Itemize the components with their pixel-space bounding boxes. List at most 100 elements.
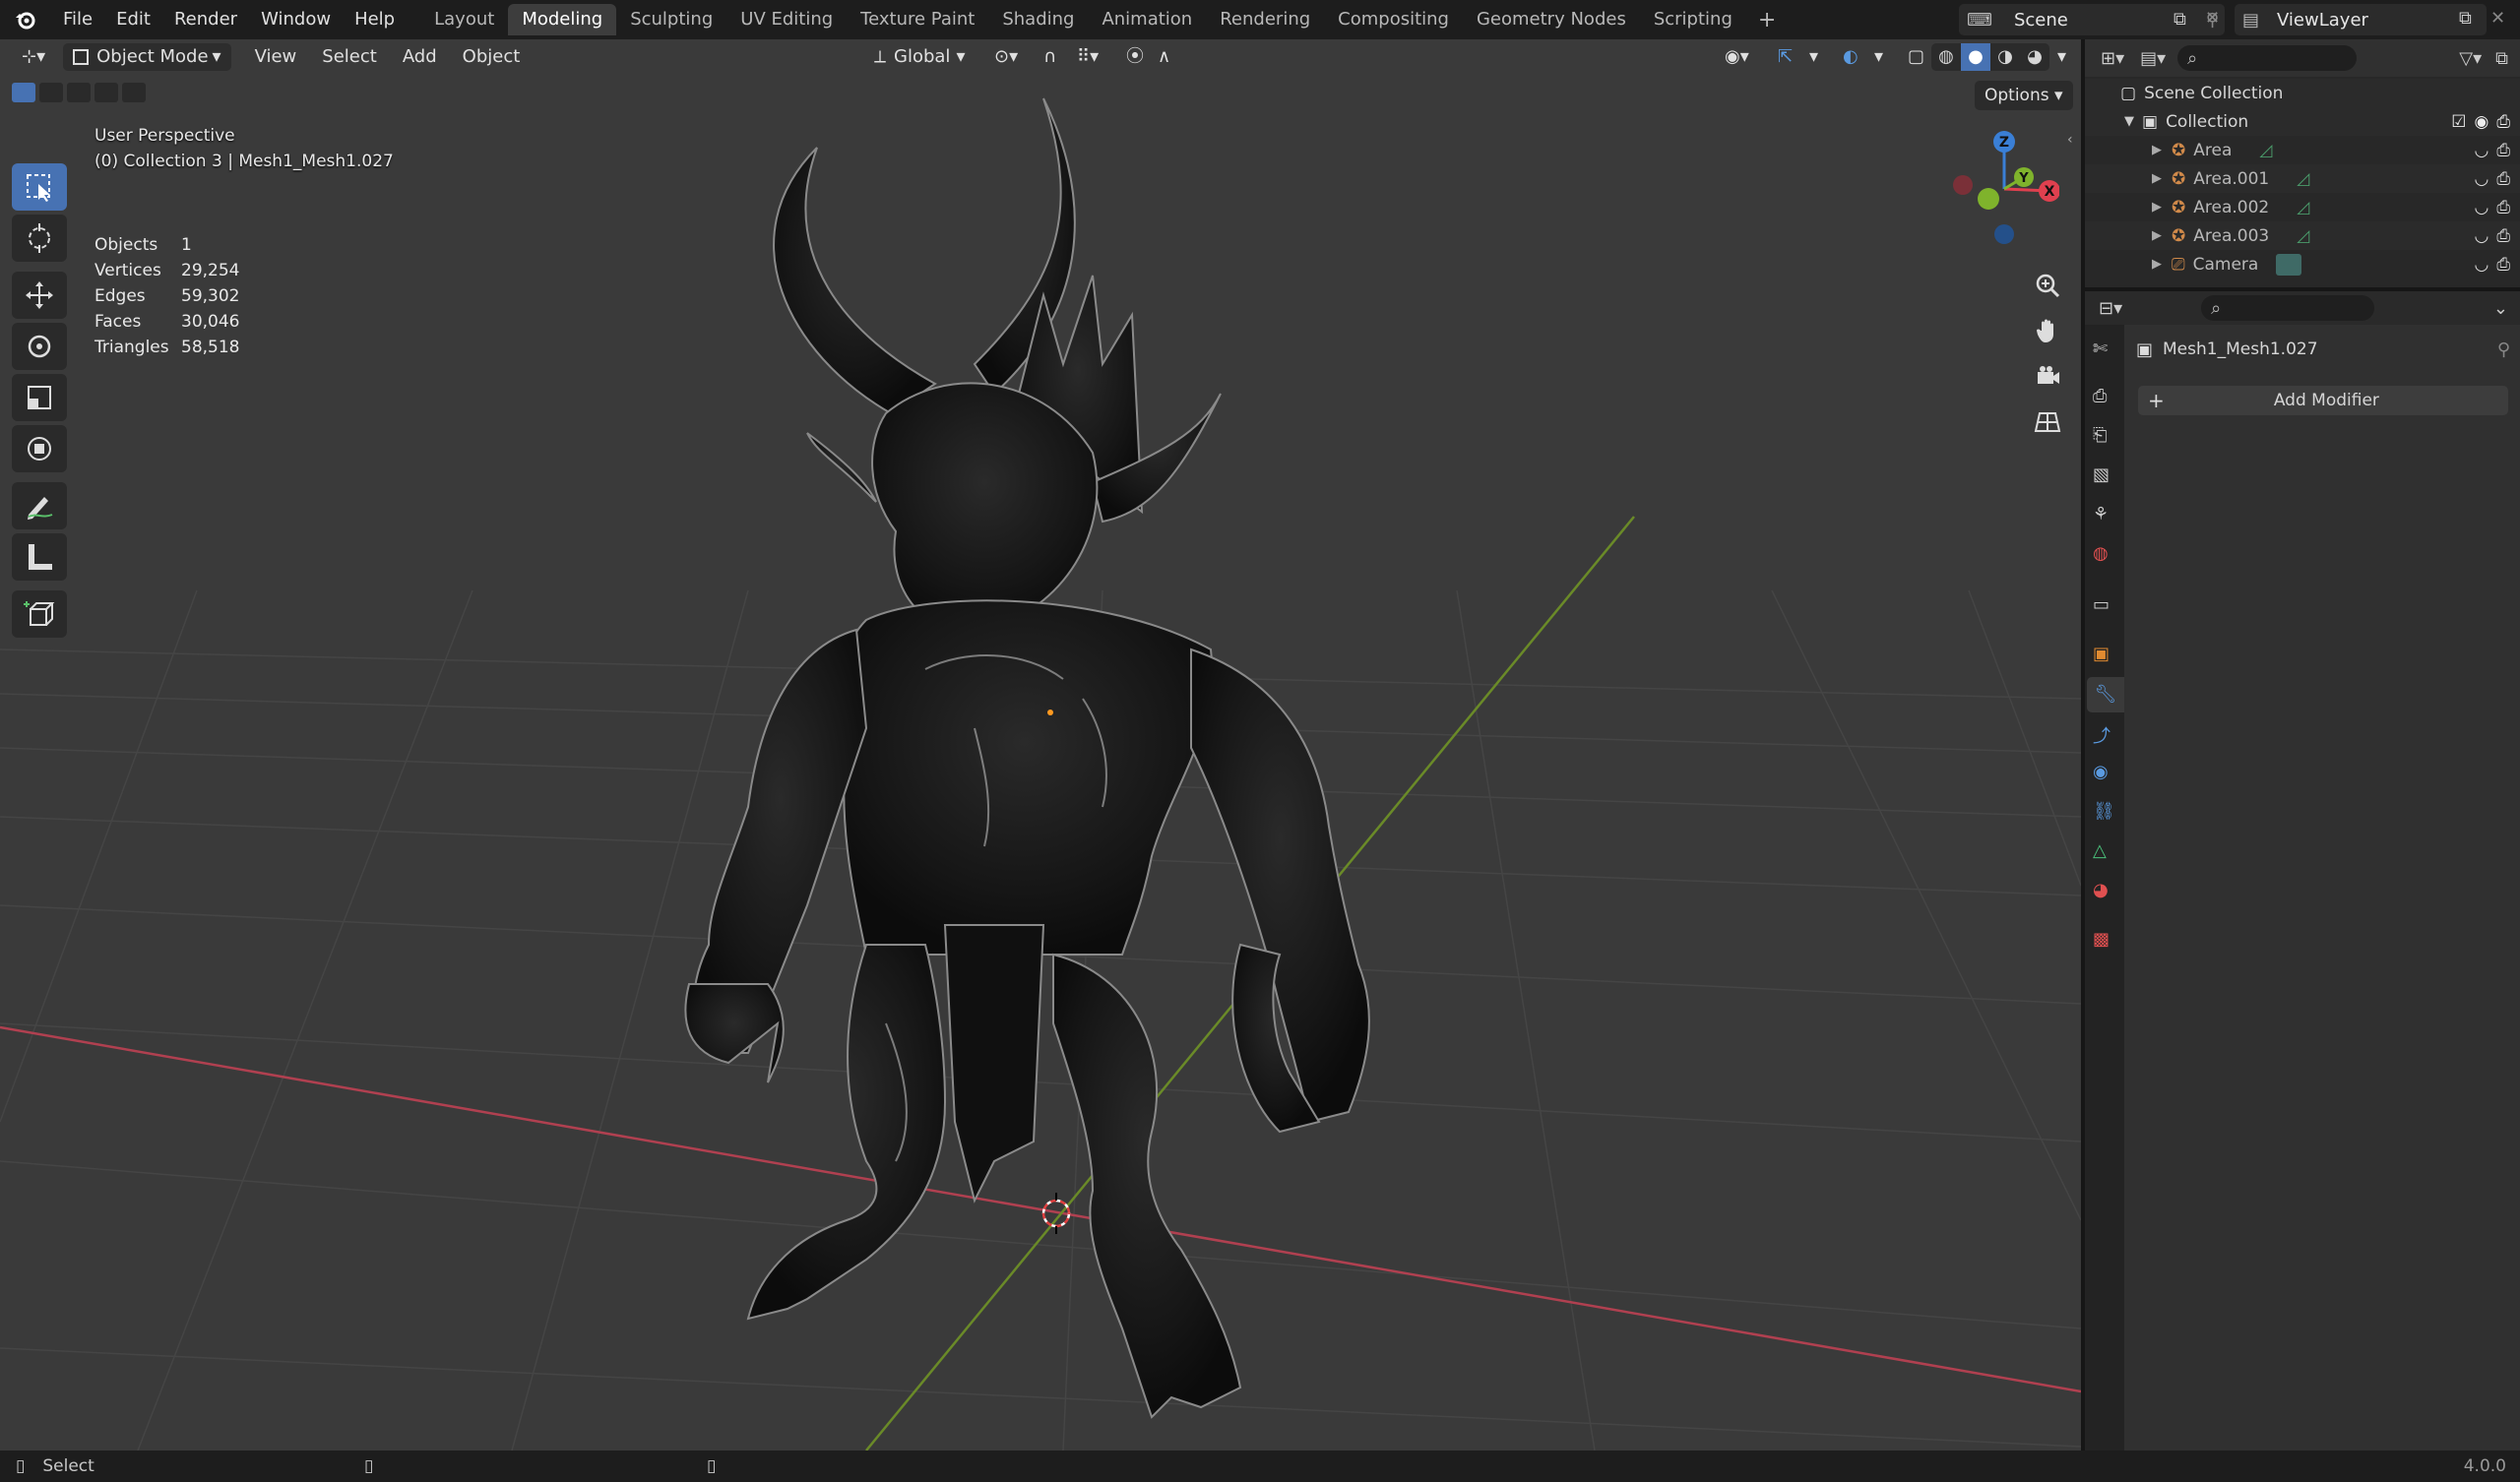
navigation-gizmo[interactable]: Z X Y (1941, 124, 2059, 252)
select-subtract-icon[interactable] (67, 83, 91, 102)
expand-arrow-icon[interactable]: ▶ (2152, 200, 2162, 215)
add-workspace-button[interactable]: + (1746, 8, 1788, 32)
tab-render[interactable]: ⎙ (2093, 386, 2107, 406)
remove-view-layer-icon[interactable]: ✕ (2490, 8, 2505, 29)
render-camera-icon[interactable]: ⎙ (2496, 141, 2510, 160)
expand-arrow-icon[interactable]: ▶ (2152, 171, 2162, 186)
perspective-toggle-button[interactable] (2028, 401, 2067, 441)
add-modifier-button[interactable]: + Add Modifier (2138, 386, 2508, 415)
3d-viewport[interactable]: ⊹▾ Object Mode ▾ View Select Add Object … (0, 39, 2081, 1451)
menu-window[interactable]: Window (249, 0, 343, 39)
render-camera-icon[interactable]: ⎙ (2496, 226, 2510, 246)
visibility-eye-icon[interactable]: ◡ (2475, 169, 2489, 189)
camera-view-button[interactable] (2028, 356, 2067, 396)
render-camera-icon[interactable]: ⎙ (2496, 198, 2510, 217)
pin-icon[interactable]: ⚲ (2497, 340, 2510, 360)
pivot-point-button[interactable]: ⊙▾ (984, 43, 1028, 71)
outliner-row-area[interactable]: ▶ ✪ Area ◿ ◡ ⎙ (2085, 136, 2520, 164)
transform-tool[interactable] (12, 425, 67, 472)
tab-rendering[interactable]: Rendering (1206, 4, 1324, 35)
tab-compositing[interactable]: Compositing (1324, 4, 1463, 35)
menu-edit[interactable]: Edit (104, 0, 162, 39)
tab-texture[interactable]: ▩ (2093, 929, 2110, 950)
mode-selector[interactable]: Object Mode ▾ (63, 43, 231, 71)
outliner-row-area-003[interactable]: ▶ ✪ Area.003 ◿ ◡ ⎙ (2085, 221, 2520, 250)
snap-toggle[interactable]: ∩ (1034, 43, 1066, 71)
outliner-row-scene-collection[interactable]: ▢ Scene Collection (2085, 79, 2520, 107)
tab-tool[interactable]: ✄ (2093, 339, 2108, 359)
tab-collection[interactable]: ▭ (2093, 594, 2110, 615)
display-mode-icon[interactable]: ▤▾ (2140, 48, 2166, 69)
rendered-shading-icon[interactable]: ◕ (2020, 43, 2049, 71)
tab-modeling[interactable]: Modeling (508, 4, 617, 35)
outliner-row-collection[interactable]: ▼ ▣ Collection ☑ ◉ ⎙ (2085, 107, 2520, 136)
new-scene-icon[interactable]: ⧉ (2174, 9, 2186, 30)
tab-object[interactable]: ▣ (2093, 644, 2110, 664)
menu-object[interactable]: Object (453, 43, 531, 71)
cursor-tool[interactable] (12, 215, 67, 262)
editor-type-icon[interactable]: ⊞▾ (2101, 48, 2124, 69)
expand-arrow-icon[interactable]: ▶ (2152, 228, 2162, 243)
select-invert-icon[interactable] (94, 83, 118, 102)
gizmo-toggle[interactable]: ⇱ (1768, 43, 1802, 71)
wireframe-shading-icon[interactable]: ◍ (1931, 43, 1961, 71)
snap-target-button[interactable]: ⠿▾ (1067, 43, 1108, 71)
visibility-eye-icon[interactable]: ◡ (2475, 198, 2489, 217)
menu-view[interactable]: View (245, 43, 307, 71)
tab-shading[interactable]: Shading (988, 4, 1088, 35)
new-view-layer-icon[interactable]: ⧉ (2459, 8, 2472, 29)
tab-sculpting[interactable]: Sculpting (616, 4, 726, 35)
checkbox-icon[interactable]: ☑ (2451, 112, 2466, 132)
outliner-search-input[interactable]: ⌕ (2177, 45, 2358, 71)
visibility-eye-icon[interactable]: ◡ (2475, 255, 2489, 275)
visibility-eye-icon[interactable]: ◉ (2475, 112, 2489, 132)
menu-add[interactable]: Add (393, 43, 447, 71)
menu-help[interactable]: Help (343, 0, 407, 39)
outliner-row-area-002[interactable]: ▶ ✪ Area.002 ◿ ◡ ⎙ (2085, 193, 2520, 221)
select-new-icon[interactable] (12, 83, 35, 102)
xray-toggle[interactable]: ▢ (1898, 43, 1934, 71)
transform-orientation-selector[interactable]: ⟂ Global ▾ (864, 43, 975, 71)
shading-dropdown[interactable]: ▾ (2048, 43, 2076, 71)
overlay-dropdown[interactable]: ▾ (1864, 43, 1893, 71)
zoom-button[interactable] (2028, 266, 2067, 305)
tab-layout[interactable]: Layout (420, 4, 508, 35)
demon-mesh[interactable] (684, 97, 1370, 1419)
collapse-sidebar-icon[interactable]: ‹ (2067, 132, 2073, 148)
expand-arrow-icon[interactable]: ▶ (2152, 143, 2162, 157)
measure-tool[interactable] (12, 533, 67, 581)
outliner-row-area-001[interactable]: ▶ ✪ Area.001 ◿ ◡ ⎙ (2085, 164, 2520, 193)
render-camera-icon[interactable]: ⎙ (2496, 169, 2510, 189)
rotate-tool[interactable] (12, 323, 67, 370)
add-cube-tool[interactable] (12, 590, 67, 638)
visibility-eye-icon[interactable]: ◡ (2475, 141, 2489, 160)
select-box-tool[interactable] (12, 163, 67, 211)
move-tool[interactable] (12, 272, 67, 319)
material-shading-icon[interactable]: ◑ (1990, 43, 2020, 71)
tab-scene[interactable]: ⚘ (2093, 504, 2109, 525)
tab-scripting[interactable]: Scripting (1640, 4, 1746, 35)
visibility-eye-icon[interactable]: ◡ (2475, 226, 2489, 246)
options-button[interactable]: Options ▾ (1975, 81, 2073, 110)
menu-render[interactable]: Render (162, 0, 249, 39)
properties-search-input[interactable]: ⌕ (2201, 295, 2375, 321)
view-layer-selector[interactable]: ▤ ViewLayer (2235, 4, 2487, 35)
solid-shading-icon[interactable]: ● (1961, 43, 1990, 71)
chevron-down-icon[interactable]: ⌄ (2493, 298, 2508, 319)
render-camera-icon[interactable]: ⎙ (2496, 255, 2510, 275)
tab-uv-editing[interactable]: UV Editing (726, 4, 847, 35)
tab-data[interactable]: △ (2093, 840, 2107, 861)
tab-output[interactable]: ⎗ (2093, 425, 2107, 446)
editor-type-icon[interactable]: ⊟▾ (2099, 298, 2122, 319)
proportional-falloff-button[interactable]: ∧ (1148, 43, 1180, 71)
menu-file[interactable]: File (51, 0, 104, 39)
tab-animation[interactable]: Animation (1088, 4, 1206, 35)
new-collection-icon[interactable]: ⧉ (2495, 48, 2508, 69)
gizmo-dropdown[interactable]: ▾ (1799, 43, 1828, 71)
editor-type-button[interactable]: ⊹▾ (12, 43, 55, 71)
visibility-button[interactable]: ◉▾ (1715, 43, 1759, 71)
scale-tool[interactable] (12, 374, 67, 421)
tab-modifiers[interactable]: 🔧︎ (2087, 677, 2124, 712)
expand-arrow-icon[interactable]: ▼ (2124, 114, 2134, 129)
outliner-row-camera[interactable]: ▶ ⎚ Camera ◡ ⎙ (2085, 250, 2520, 278)
